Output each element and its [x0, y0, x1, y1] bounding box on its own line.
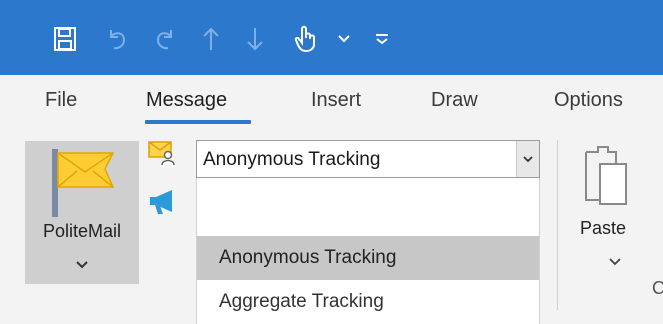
clipboard-group-label: C [652, 278, 663, 298]
megaphone-icon[interactable] [148, 189, 178, 220]
politemail-label: PoliteMail [42, 221, 122, 241]
tab-insert[interactable]: Insert [311, 89, 361, 112]
active-tab-indicator [145, 120, 251, 124]
clipboard-icon[interactable] [584, 142, 630, 213]
tracking-dropdown-list: Anonymous Tracking Aggregate Tracking [196, 178, 540, 324]
tracking-combobox[interactable]: Anonymous Tracking [196, 140, 540, 178]
touch-mode-icon[interactable] [290, 20, 322, 58]
move-up-icon[interactable] [196, 20, 226, 58]
chevron-down-icon[interactable] [608, 254, 622, 272]
chevron-down-icon[interactable] [334, 20, 354, 58]
undo-icon[interactable] [100, 20, 134, 58]
tab-file[interactable]: File [45, 89, 77, 112]
tab-options[interactable]: Options [554, 89, 623, 112]
ribbon-tabs: File Message Insert Draw Options [0, 75, 663, 132]
move-down-icon[interactable] [240, 20, 270, 58]
save-icon[interactable] [48, 20, 82, 58]
tab-draw[interactable]: Draw [431, 89, 478, 112]
tab-message[interactable]: Message [146, 89, 227, 112]
dropdown-item-blank[interactable] [197, 188, 539, 232]
politemail-button[interactable]: PoliteMail [25, 141, 139, 284]
dropdown-item-aggregate-tracking[interactable]: Aggregate Tracking [197, 280, 539, 324]
dropdown-item-anonymous-tracking[interactable]: Anonymous Tracking [197, 236, 539, 280]
email-contact-icon[interactable] [148, 140, 176, 171]
paste-label[interactable]: Paste [580, 218, 626, 239]
title-bar [0, 0, 663, 75]
chevron-down-icon [74, 257, 90, 275]
chevron-down-icon [523, 156, 533, 163]
group-separator [557, 140, 558, 310]
dropdown-button[interactable] [516, 141, 539, 177]
ribbon: PoliteMail Anonymous Tracking Anonymous … [0, 132, 663, 324]
redo-icon[interactable] [148, 20, 182, 58]
tracking-selected-value: Anonymous Tracking [203, 149, 381, 170]
customize-icon[interactable] [370, 20, 394, 58]
politemail-flag-icon [47, 147, 121, 224]
